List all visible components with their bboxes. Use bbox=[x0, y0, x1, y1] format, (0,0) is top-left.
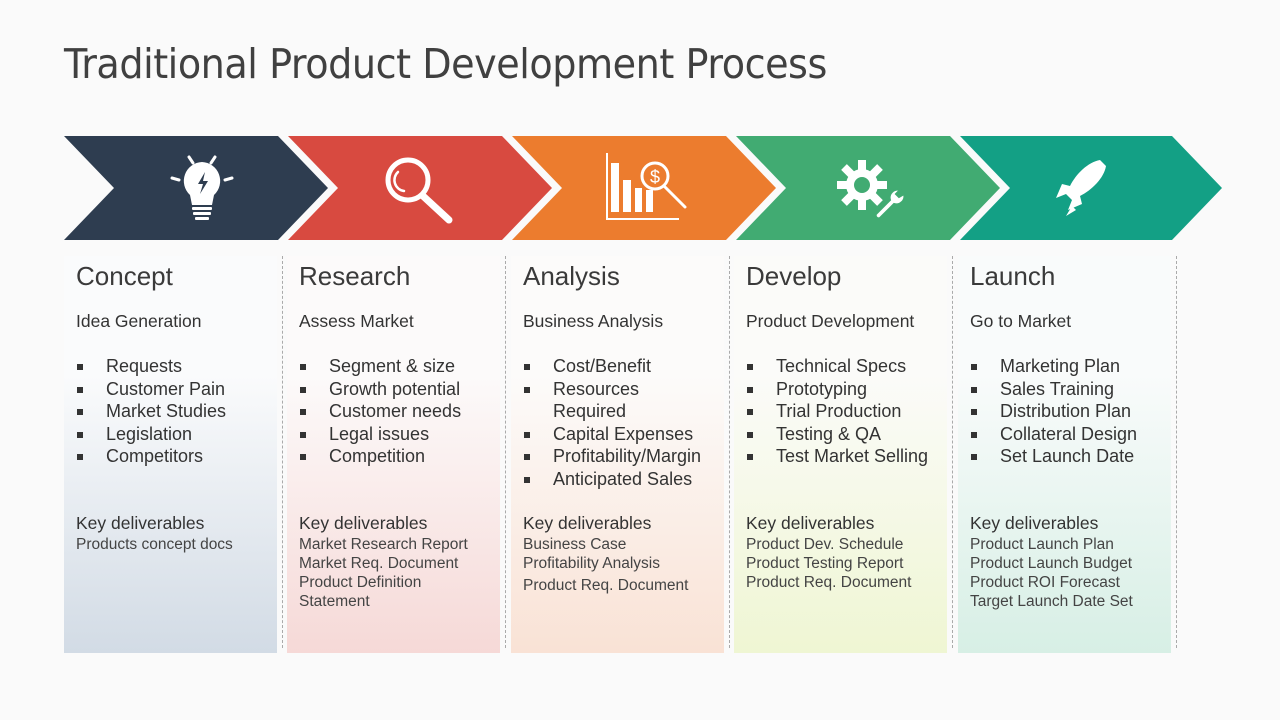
chevron-concept bbox=[64, 136, 328, 240]
stage-column-research: Research Assess Market Segment & size Gr… bbox=[287, 256, 500, 653]
deliverables-list: Product Launch Plan Product Launch Budge… bbox=[970, 535, 1133, 611]
list-item: Legal issues bbox=[299, 423, 461, 446]
deliverable-item: Market Research Report bbox=[299, 536, 468, 553]
activity-list: Segment & size Growth potential Customer… bbox=[299, 355, 461, 468]
list-item: Growth potential bbox=[299, 378, 461, 401]
list-item: Anticipated Sales bbox=[523, 468, 713, 491]
deliverable-item: Profitability Analysis bbox=[523, 555, 660, 572]
deliverable-item: Market Req. Document bbox=[299, 555, 459, 572]
stage-subtitle: Go to Market bbox=[970, 311, 1072, 331]
deliverables-heading: Key deliverables bbox=[76, 513, 205, 533]
list-item: Set Launch Date bbox=[970, 445, 1137, 468]
process-chevrons: $ bbox=[64, 136, 1222, 240]
activity-list: Cost/Benefit Resources Required Capital … bbox=[523, 355, 713, 490]
list-item: Prototyping bbox=[746, 378, 928, 401]
deliverable-item: Product Req. Document bbox=[523, 577, 689, 594]
stage-subtitle: Idea Generation bbox=[76, 311, 202, 331]
list-item: Competition bbox=[299, 445, 461, 468]
list-item: Marketing Plan bbox=[970, 355, 1137, 378]
stage-subtitle: Product Development bbox=[746, 311, 915, 331]
deliverable-item: Product ROI Forecast bbox=[970, 574, 1120, 591]
deliverable-item: Target Launch Date Set bbox=[970, 593, 1133, 610]
list-item: Profitability/Margin bbox=[523, 445, 713, 468]
list-item: Customer Pain bbox=[76, 378, 226, 401]
deliverable-item: Product Launch Plan bbox=[970, 536, 1114, 553]
list-item: Collateral Design bbox=[970, 423, 1137, 446]
column-divider bbox=[729, 256, 730, 648]
deliverables-list: Business Case Profitability Analysis Pro… bbox=[523, 535, 688, 595]
deliverables-heading: Key deliverables bbox=[746, 513, 875, 533]
list-item: Testing & QA bbox=[746, 423, 928, 446]
stage-subtitle: Business Analysis bbox=[523, 311, 664, 331]
deliverable-item: Product Launch Budget bbox=[970, 555, 1133, 572]
svg-text:$: $ bbox=[650, 167, 660, 187]
stage-column-concept: Concept Idea Generation Requests Custome… bbox=[64, 256, 277, 653]
stage-column-develop: Develop Product Development Technical Sp… bbox=[734, 256, 947, 653]
deliverable-item: Business Case bbox=[523, 536, 627, 553]
deliverable-item: Product Dev. Schedule bbox=[746, 536, 904, 553]
stage-column-launch: Launch Go to Market Marketing Plan Sales… bbox=[958, 256, 1171, 653]
deliverable-item: Statement bbox=[299, 593, 370, 610]
list-item: Sales Training bbox=[970, 378, 1137, 401]
list-item: Test Market Selling bbox=[746, 445, 928, 468]
deliverables-heading: Key deliverables bbox=[299, 513, 428, 533]
list-item: Distribution Plan bbox=[970, 400, 1137, 423]
column-divider bbox=[952, 256, 953, 648]
deliverables-list: Product Dev. Schedule Product Testing Re… bbox=[746, 535, 911, 592]
activity-list: Technical Specs Prototyping Trial Produc… bbox=[746, 355, 928, 468]
list-item: Segment & size bbox=[299, 355, 461, 378]
list-item: Competitors bbox=[76, 445, 226, 468]
list-item: Legislation bbox=[76, 423, 226, 446]
column-divider bbox=[282, 256, 283, 648]
stage-title: Research bbox=[299, 261, 411, 291]
stage-title: Launch bbox=[970, 261, 1056, 291]
column-divider bbox=[505, 256, 506, 648]
list-item: Technical Specs bbox=[746, 355, 928, 378]
activity-list: Requests Customer Pain Market Studies Le… bbox=[76, 355, 226, 468]
deliverables-list: Market Research Report Market Req. Docum… bbox=[299, 535, 468, 611]
stage-subtitle: Assess Market bbox=[299, 311, 414, 331]
stage-title: Develop bbox=[746, 261, 842, 291]
deliverable-item: Products concept docs bbox=[76, 536, 233, 553]
activity-list: Marketing Plan Sales Training Distributi… bbox=[970, 355, 1137, 468]
stage-column-analysis: Analysis Business Analysis Cost/Benefit … bbox=[511, 256, 724, 653]
deliverable-item: Product Testing Report bbox=[746, 555, 904, 572]
stage-title: Analysis bbox=[523, 261, 620, 291]
list-item: Requests bbox=[76, 355, 226, 378]
list-item: Trial Production bbox=[746, 400, 928, 423]
list-item: Market Studies bbox=[76, 400, 226, 423]
deliverable-item: Product Definition bbox=[299, 574, 422, 591]
list-item: Cost/Benefit bbox=[523, 355, 713, 378]
list-item: Resources Required bbox=[523, 378, 653, 423]
stage-title: Concept bbox=[76, 261, 173, 291]
list-item: Customer needs bbox=[299, 400, 461, 423]
list-item: Capital Expenses bbox=[523, 423, 713, 446]
deliverables-heading: Key deliverables bbox=[970, 513, 1099, 533]
deliverables-heading: Key deliverables bbox=[523, 513, 652, 533]
column-divider bbox=[1176, 256, 1177, 648]
deliverables-list: Products concept docs bbox=[76, 535, 233, 554]
deliverable-item: Product Req. Document bbox=[746, 574, 912, 591]
